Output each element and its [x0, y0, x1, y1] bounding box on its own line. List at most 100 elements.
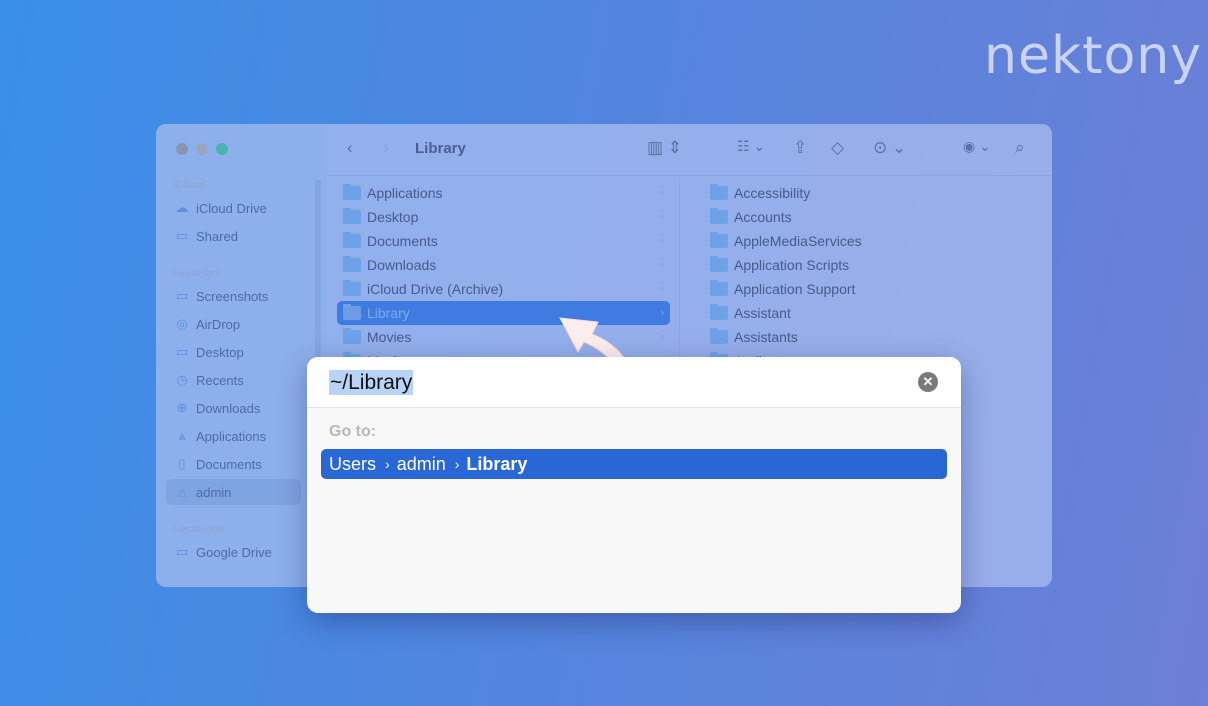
list-item[interactable]: Application Scripts — [710, 253, 849, 277]
folder-icon — [343, 208, 361, 224]
item-label: Application Scripts — [734, 257, 850, 273]
folder-icon — [710, 184, 728, 200]
chevron-right-icon: › — [454, 456, 460, 472]
folder-icon — [710, 304, 728, 320]
toolbar: ‹ › Library ▥ ⇕ ☷ ⌄ ⇪ ◇ ⊙ ⌄ ◉ ⌄ ⌕ — [327, 124, 1052, 176]
chevron-right-icon: › — [660, 259, 664, 271]
sidebar-item-recents[interactable]: ◷ Recents — [166, 367, 301, 393]
list-item[interactable]: Assistant — [710, 301, 791, 325]
list-item[interactable]: Assistants — [710, 325, 798, 349]
document-icon: ▯ — [178, 456, 186, 471]
sidebar-item-applications[interactable]: ⩓ Applications — [166, 423, 301, 449]
list-item[interactable]: Desktop › — [337, 205, 670, 229]
preview-eye-icon[interactable]: ◉ ⌄ — [963, 138, 991, 155]
folder-icon — [343, 280, 361, 296]
folder-icon — [710, 328, 728, 344]
item-label: Applications — [367, 185, 443, 201]
sidebar-item-label: Shared — [196, 228, 238, 244]
item-label: Accessibility — [734, 185, 811, 201]
sidebar-item-label: Documents — [196, 456, 262, 472]
list-item[interactable]: Accounts — [710, 205, 792, 229]
item-label: Assistant — [734, 305, 791, 321]
path-part: admin — [396, 453, 446, 474]
folder-icon: ▭ — [175, 288, 189, 303]
chevron-right-icon: › — [385, 456, 390, 472]
sidebar-item-downloads[interactable]: ⊕ Downloads — [166, 395, 301, 421]
sidebar-item-label: Google Drive — [196, 544, 272, 560]
sidebar-item-label: Recents — [196, 372, 244, 388]
folder-icon — [710, 256, 728, 272]
path-suggestion[interactable]: Users › admin › Library — [321, 449, 947, 479]
search-icon[interactable]: ⌕ — [1015, 138, 1025, 158]
path-part: Users — [329, 453, 377, 474]
cloud-icon: ☁ — [175, 200, 189, 215]
chevron-right-icon: › — [660, 331, 664, 343]
sidebar-item-documents[interactable]: ▯ Documents — [166, 451, 301, 477]
sidebar-item-label: iCloud Drive — [196, 200, 267, 216]
home-icon: ⌂ — [178, 484, 186, 500]
group-icon[interactable]: ☷ ⌄ — [737, 138, 765, 155]
folder-icon — [710, 280, 728, 296]
clear-input-button[interactable]: ✕ — [918, 372, 938, 392]
sidebar-item-icloud-drive[interactable]: ☁ iCloud Drive — [166, 195, 301, 221]
forward-button[interactable]: › — [383, 138, 389, 158]
sidebar-item-label: Downloads — [196, 400, 261, 416]
path-part-current: Library — [466, 453, 528, 474]
sidebar-section-favorites: Favorites — [172, 267, 221, 279]
share-icon[interactable]: ⇪ — [793, 138, 807, 158]
list-item[interactable]: Application Support — [710, 277, 855, 301]
sidebar-item-label: Screenshots — [196, 288, 269, 304]
nektony-logo: nektony — [984, 26, 1202, 86]
list-item[interactable]: Applications › — [337, 181, 670, 205]
sidebar-section-icloud: iCloud — [172, 179, 207, 191]
sidebar-item-label: admin — [196, 484, 232, 500]
folder-icon — [710, 208, 728, 224]
sidebar: iCloud ☁ iCloud Drive ▭ Shared Favorites ▭… — [156, 124, 327, 587]
chevron-right-icon: › — [660, 235, 664, 247]
sidebar-item-shared[interactable]: ▭ Shared — [166, 223, 301, 249]
folder-icon — [343, 304, 361, 320]
folder-icon — [343, 328, 361, 344]
folder-icon: ▭ — [175, 544, 189, 559]
folder-icon — [710, 232, 728, 248]
item-label: AppleMediaServices — [734, 233, 862, 249]
item-label: Downloads — [367, 257, 437, 273]
folder-icon — [343, 184, 361, 200]
list-item[interactable]: Downloads › — [337, 253, 670, 277]
go-to-label: Go to: — [329, 423, 377, 440]
clock-icon: ◷ — [176, 372, 188, 387]
close-window-button[interactable] — [176, 143, 188, 155]
more-actions-icon[interactable]: ⊙ ⌄ — [873, 138, 906, 158]
item-label: Desktop — [367, 209, 419, 225]
minimize-window-button[interactable] — [196, 143, 208, 155]
chevron-right-icon: › — [660, 211, 664, 223]
shared-folder-icon: ▭ — [175, 228, 189, 243]
sidebar-item-airdrop[interactable]: ◎ AirDrop — [166, 311, 301, 337]
column-view-icon[interactable]: ▥ ⇕ — [647, 138, 682, 158]
window-title: Library — [415, 140, 466, 157]
sidebar-section-locations: Locations — [172, 523, 224, 535]
chevron-right-icon: › — [660, 283, 664, 295]
applications-icon: ⩓ — [178, 428, 186, 443]
zoom-window-button[interactable] — [216, 143, 228, 155]
list-item[interactable]: AppleMediaServices — [710, 229, 862, 253]
item-label: Application Support — [734, 281, 856, 297]
list-item[interactable]: Documents › — [337, 229, 670, 253]
tag-icon[interactable]: ◇ — [831, 138, 844, 158]
folder-icon — [343, 232, 361, 248]
item-label: Library — [367, 305, 410, 321]
sidebar-item-screenshots[interactable]: ▭ Screenshots — [166, 283, 301, 309]
sidebar-item-label: Desktop — [196, 344, 244, 360]
sidebar-item-google-drive[interactable]: ▭ Google Drive — [166, 539, 301, 565]
download-icon: ⊕ — [176, 400, 188, 415]
list-item[interactable]: Accessibility — [710, 181, 810, 205]
item-label: Assistants — [734, 329, 798, 345]
sidebar-item-admin[interactable]: ⌂ admin — [166, 479, 301, 505]
back-button[interactable]: ‹ — [347, 138, 353, 158]
list-item[interactable]: iCloud Drive (Archive) › — [337, 277, 670, 301]
sidebar-item-desktop[interactable]: ▭ Desktop — [166, 339, 301, 365]
path-input[interactable]: ~/Library — [329, 370, 414, 395]
desktop-icon: ▭ — [175, 344, 189, 359]
chevron-right-icon: › — [660, 187, 664, 199]
window-controls — [176, 143, 228, 155]
